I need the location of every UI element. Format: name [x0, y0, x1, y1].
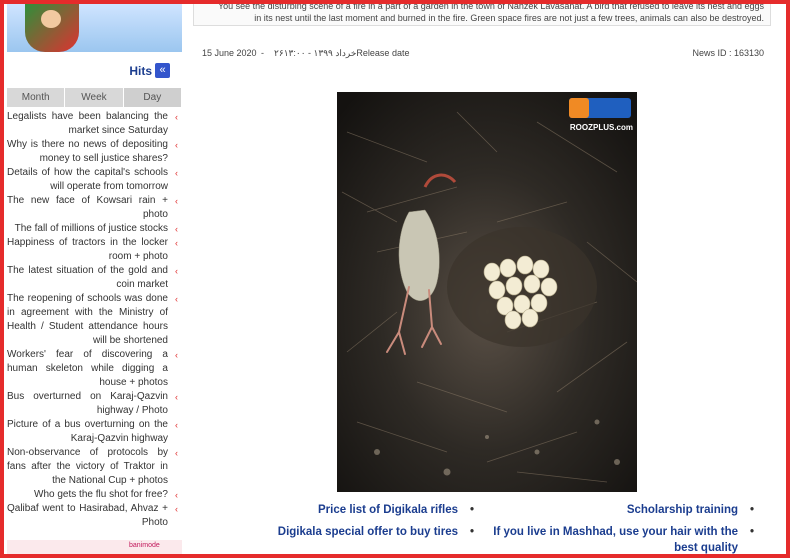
- hits-item[interactable]: Qalibaf went to Hasirabad, Ahvaz + Photo…: [7, 502, 178, 530]
- bottom-banner-brand: banimode: [129, 542, 160, 549]
- chevron-left-icon: ‹: [175, 112, 178, 122]
- chevron-left-icon: ‹: [175, 420, 178, 430]
- related-link-text: If you live in Mashhad, use your hair wi…: [493, 526, 738, 554]
- hits-item-label: Details of how the capital's schools wil…: [7, 167, 168, 192]
- hits-item-label: The new face of Kowsari rain + photo: [7, 195, 168, 220]
- chevron-left-icon: ‹: [175, 350, 178, 360]
- hits-header: Hits «: [4, 60, 182, 84]
- site-logo: [569, 98, 631, 118]
- hits-item[interactable]: Happiness of tractors in the locker room…: [7, 236, 178, 264]
- hits-item[interactable]: Picture of a bus overturning on the Kara…: [7, 418, 178, 446]
- hits-item[interactable]: Why is there no news of depositing money…: [7, 138, 178, 166]
- bottom-ad-banner[interactable]: banimode: [7, 540, 182, 554]
- related-link-text: Price list of Digikala rifles: [318, 504, 458, 516]
- hits-item[interactable]: Details of how the capital's schools wil…: [7, 166, 178, 194]
- photo-watermark: ROOZPLUS.com: [569, 123, 633, 132]
- hits-item[interactable]: The fall of millions of justice stocks ‹: [7, 222, 178, 236]
- hits-tabs: Month Week Day: [7, 88, 182, 107]
- hits-item[interactable]: The new face of Kowsari rain + photo ‹: [7, 194, 178, 222]
- hits-item-label: Non-observance of protocols by fans afte…: [7, 447, 168, 486]
- hits-item-label: Picture of a bus overturning on the Kara…: [7, 419, 168, 444]
- related-link[interactable]: If you live in Mashhad, use your hair wi…: [478, 524, 754, 556]
- chevron-left-icon: ‹: [175, 392, 178, 402]
- related-link[interactable]: Scholarship training •: [498, 502, 754, 518]
- hits-item[interactable]: Workers' fear of discovering a human ske…: [7, 348, 178, 390]
- release-date: - ۲۶خرداد ۱۳۹۹ - ۱۳:۰۰Release date: [261, 48, 409, 59]
- chevron-left-icon: ‹: [175, 196, 178, 206]
- related-link-text: Scholarship training: [626, 504, 738, 516]
- article-photo: ROOZPLUS.com: [337, 92, 637, 492]
- hits-item-label: Who gets the flu shot for free?: [34, 489, 168, 500]
- hits-item[interactable]: Who gets the flu shot for free? ‹: [7, 488, 178, 502]
- hits-collapse-button[interactable]: «: [155, 63, 170, 78]
- article-main: You see the disturbing scene of a fire i…: [193, 0, 778, 554]
- hits-item-label: The reopening of schools was done in agr…: [7, 293, 168, 346]
- hits-item[interactable]: Non-observance of protocols by fans afte…: [7, 446, 178, 488]
- hits-item-label: The latest situation of the gold and coi…: [7, 265, 168, 290]
- summary-line: You see the disturbing scene of a fire i…: [217, 1, 764, 11]
- hits-item-label: Happiness of tractors in the locker room…: [7, 237, 168, 262]
- chevron-left-icon: ‹: [175, 490, 178, 500]
- chevron-left-icon: ‹: [175, 140, 178, 150]
- left-sidebar: Hits « Month Week Day Legalists have bee…: [4, 4, 182, 554]
- hits-title: Hits: [129, 64, 152, 78]
- bullet-dot: •: [469, 526, 474, 538]
- chevron-left-icon: ‹: [175, 448, 178, 458]
- tab-day[interactable]: Day: [123, 88, 182, 107]
- tab-week[interactable]: Week: [65, 88, 124, 107]
- related-link-text: Digikala special offer to buy tires: [277, 526, 458, 538]
- tab-month[interactable]: Month: [7, 88, 66, 107]
- bullet-dot: •: [749, 504, 754, 516]
- news-id: News ID : 163130: [692, 48, 764, 58]
- article-summary: You see the disturbing scene of a fire i…: [193, 0, 771, 26]
- hits-item-label: Bus overturned on Karaj-Qazvin highway /…: [7, 391, 168, 416]
- hits-item-label: The fall of millions of justice stocks: [14, 223, 168, 234]
- hits-item[interactable]: Bus overturned on Karaj-Qazvin highway /…: [7, 390, 178, 418]
- bullet-dot: •: [469, 504, 474, 516]
- chevron-left-icon: ‹: [175, 294, 178, 304]
- related-link[interactable]: Digikala special offer to buy tires •: [208, 524, 474, 540]
- meta-separator: -: [261, 48, 264, 58]
- related-link[interactable]: Price list of Digikala rifles •: [208, 502, 474, 518]
- hits-item-label: Workers' fear of discovering a human ske…: [7, 349, 168, 388]
- release-date-text: ۲۶خرداد ۱۳۹۹ - ۱۳:۰۰Release date: [274, 48, 410, 58]
- burned-nest-photo: [337, 92, 637, 492]
- bullet-dot: •: [749, 526, 754, 538]
- chevron-left-icon: ‹: [175, 504, 178, 514]
- chevron-left-icon: ‹: [175, 266, 178, 276]
- hits-item-label: Qalibaf went to Hasirabad, Ahvaz + Photo: [7, 503, 168, 528]
- chevron-left-icon: ‹: [175, 224, 178, 234]
- hits-item[interactable]: The latest situation of the gold and coi…: [7, 264, 178, 292]
- hits-list: Legalists have been balancing the market…: [7, 110, 178, 530]
- publish-date: 15 June 2020: [202, 48, 257, 58]
- summary-line: in its nest until the last moment and bu…: [254, 13, 764, 23]
- hits-item-label: Why is there no news of depositing money…: [7, 139, 168, 164]
- chevron-left-icon: ‹: [175, 168, 178, 178]
- hits-item[interactable]: Legalists have been balancing the market…: [7, 110, 178, 138]
- article-meta: 15 June 2020 - ۲۶خرداد ۱۳۹۹ - ۱۳:۰۰Relea…: [193, 48, 771, 64]
- hits-item[interactable]: The reopening of schools was done in agr…: [7, 292, 178, 348]
- top-ad-banner[interactable]: [7, 4, 182, 52]
- chevron-left-icon: ‹: [175, 238, 178, 248]
- hits-item-label: Legalists have been balancing the market…: [7, 111, 168, 136]
- banner-face: [41, 10, 61, 28]
